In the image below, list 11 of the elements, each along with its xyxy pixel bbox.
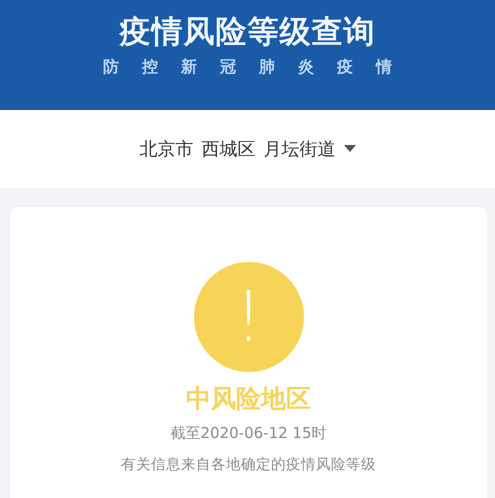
warning-icon: ! (194, 262, 304, 372)
caret-icon (344, 145, 356, 153)
source-note: 有关信息来自各地确定的疫情风险等级 (121, 456, 376, 474)
page-subtitle: 防控新冠肺炎疫情 (102, 57, 415, 76)
update-time: 截至2020-06-12 15时 (170, 424, 327, 444)
location-part: 西城区 (202, 138, 256, 161)
risk-level: 中风险地区 (186, 384, 311, 414)
location-part: 月坛街道 (264, 138, 336, 161)
page-title: 疫情风险等级查询 (120, 14, 376, 52)
location-part: 北京市 (140, 138, 194, 161)
location-selector[interactable]: 北京市 西城区 月坛街道 (0, 110, 495, 188)
